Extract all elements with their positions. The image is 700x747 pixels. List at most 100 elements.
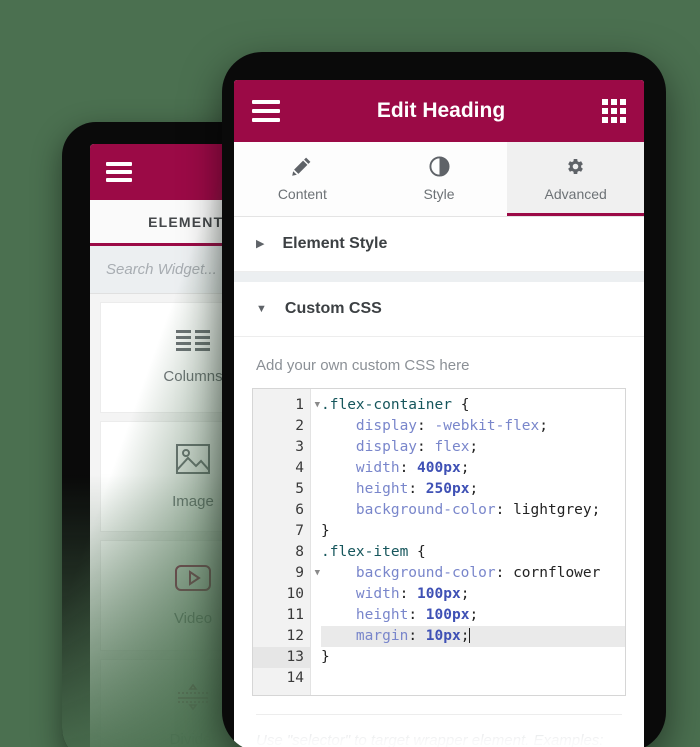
code-line[interactable]: width: 400px; — [321, 458, 625, 479]
gutter-line-number: 7 — [295, 523, 304, 539]
code-line[interactable]: width: 100px; — [321, 584, 625, 605]
tab-style[interactable]: Style — [371, 142, 508, 216]
code-token: flex — [434, 439, 470, 455]
code-token: : — [408, 607, 426, 623]
contrast-icon — [428, 155, 450, 177]
gutter-line-number: 14 — [286, 670, 304, 686]
page-title: Edit Heading — [376, 99, 506, 122]
code-token: ; — [469, 439, 479, 455]
code-line[interactable]: .flex-item { — [321, 542, 625, 563]
gutter-line-number: 12 — [286, 628, 304, 644]
gutter-line-number: 13 — [253, 647, 310, 668]
gutter-line-number: 3 — [295, 439, 304, 455]
caret-down-icon: ▼ — [256, 302, 267, 315]
code-token: ; — [539, 418, 548, 434]
front-phone-screen: Edit Heading Content Style Advanced ▶ El… — [234, 80, 644, 747]
widget-label: Video — [173, 609, 213, 627]
tab-label: Style — [423, 186, 455, 202]
gutter-line-number: 4 — [295, 460, 304, 476]
code-line[interactable]: display: -webkit-flex; — [321, 416, 625, 437]
tab-content[interactable]: Content — [234, 142, 371, 216]
code-line[interactable]: background-color: lightgrey; — [321, 500, 625, 521]
code-token: width — [321, 586, 400, 602]
widget-label: Image — [172, 492, 214, 510]
code-token: : — [399, 460, 418, 476]
code-token: .flex-container — [321, 397, 452, 413]
divider-icon — [176, 682, 210, 717]
code-token: 100px — [417, 586, 461, 602]
code-line[interactable]: display: flex; — [321, 437, 625, 458]
code-token: 100px — [425, 607, 470, 623]
code-line[interactable]: height: 100px; — [321, 605, 625, 626]
code-token: { — [417, 544, 426, 560]
gutter-line-number: 8 — [295, 544, 304, 560]
gutter-line-number: 11 — [286, 607, 304, 623]
app-header: Edit Heading — [234, 80, 644, 142]
code-token: background-color — [321, 565, 496, 581]
code-token: 10px — [425, 628, 461, 644]
code-line[interactable]: height: 250px; — [321, 479, 625, 500]
tab-advanced[interactable]: Advanced — [507, 142, 644, 216]
section-custom-css[interactable]: ▼ Custom CSS — [234, 282, 644, 337]
editor-hint-top: Add your own custom CSS here — [234, 337, 644, 388]
section-element-style[interactable]: ▶ Element Style — [234, 217, 644, 272]
code-token: height — [321, 481, 409, 497]
pencil-icon — [292, 155, 312, 177]
text-cursor — [469, 628, 471, 643]
code-token: : — [408, 628, 426, 644]
code-token: background-color — [321, 502, 496, 518]
tab-bar: Content Style Advanced — [234, 142, 644, 217]
code-token: : — [495, 502, 514, 518]
code-token: display — [321, 418, 418, 434]
editor-hint-bottom: Use "selector" to target wrapper element… — [234, 715, 644, 747]
code-token: } — [321, 649, 330, 665]
code-token: ; — [469, 607, 479, 623]
columns-icon — [176, 330, 210, 354]
front-phone-frame: Edit Heading Content Style Advanced ▶ El… — [222, 52, 666, 747]
hamburger-icon[interactable] — [106, 162, 132, 182]
code-token: ; — [460, 628, 470, 644]
fold-arrow-icon[interactable]: ▼ — [315, 395, 320, 416]
code-token: : — [495, 565, 514, 581]
widget-label: Columns — [163, 368, 223, 385]
caret-right-icon: ▶ — [256, 237, 265, 250]
code-token: ; — [469, 481, 479, 497]
code-token: 400px — [417, 460, 461, 476]
code-token: -webkit-flex — [434, 418, 540, 434]
fold-arrow-icon[interactable]: ▼ — [315, 563, 320, 584]
code-token: cornflower — [513, 565, 601, 581]
code-line[interactable]: .flex-container { — [321, 395, 625, 416]
section-title: Element Style — [282, 235, 388, 252]
gutter-line-number: 10 — [286, 586, 304, 602]
code-line[interactable]: } — [321, 521, 625, 542]
gutter-line-number: 6 — [295, 502, 304, 518]
hamburger-icon[interactable] — [252, 100, 280, 122]
code-token: : — [408, 481, 426, 497]
code-token: { — [460, 397, 470, 413]
code-token: ; — [460, 460, 470, 476]
code-line[interactable]: background-color: cornflower — [321, 563, 625, 584]
code-token: .flex-item — [321, 544, 409, 560]
section-title: Custom CSS — [284, 300, 382, 317]
tab-label: Content — [277, 186, 327, 202]
code-token: } — [321, 523, 330, 539]
editor-code-area[interactable]: .flex-container { display: -webkit-flex;… — [311, 389, 625, 695]
video-icon — [175, 564, 211, 596]
code-token: display — [321, 439, 418, 455]
code-line[interactable]: } — [321, 647, 625, 668]
code-token: height — [321, 607, 409, 623]
widget-label: Divider — [169, 730, 217, 747]
search-input-placeholder: Search Widget... — [106, 261, 217, 278]
gutter-line-number: 5 — [295, 481, 304, 497]
code-token: margin — [321, 628, 409, 644]
hint-line-1: Use "selector" to target wrapper element… — [256, 732, 604, 747]
code-token: lightgrey; — [513, 502, 601, 518]
custom-css-editor[interactable]: 1 ▼ 2 3 4 5 6 7 8 9 ▼ 10 11 12 13 14 .flex-container { … — [252, 388, 626, 696]
section-divider — [234, 272, 644, 282]
gutter-line-number: 1 ▼ — [253, 395, 320, 416]
gutter-line-number: 2 — [295, 418, 304, 434]
code-line[interactable]: margin: 10px; — [321, 626, 625, 647]
grid-apps-icon[interactable] — [602, 99, 626, 123]
